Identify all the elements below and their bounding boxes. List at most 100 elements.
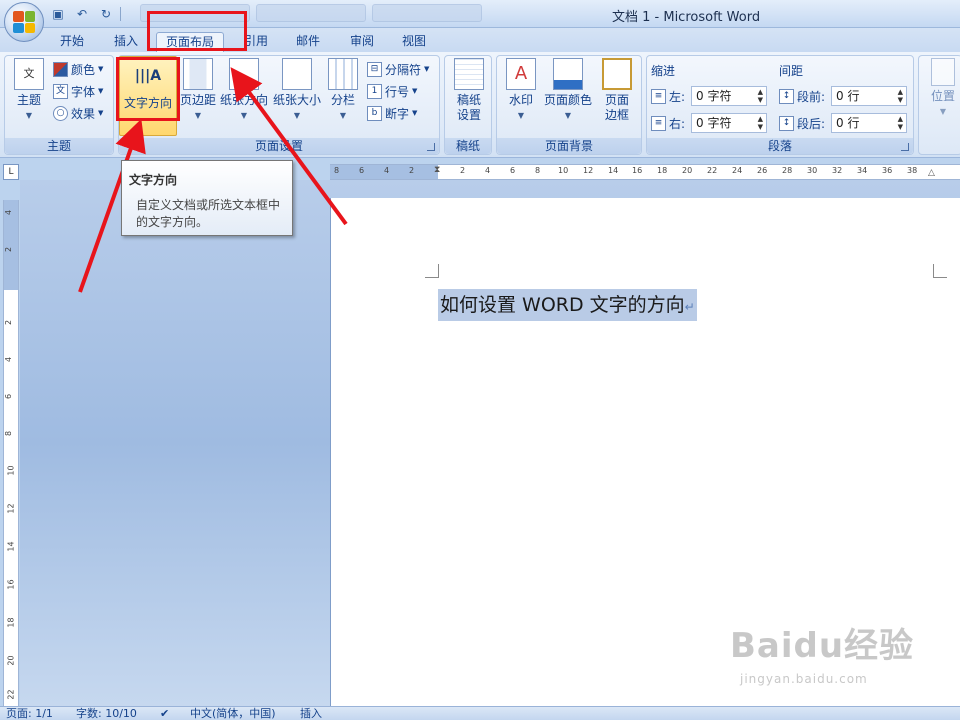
window-title: 文档 1 - Microsoft Word (612, 10, 761, 25)
chevron-down-icon: ▼ (293, 111, 301, 120)
background-window-tab[interactable] (256, 4, 366, 22)
status-bar: 页面: 1/1 字数: 10/10 ✔ 中文(简体，中国) 插入 (0, 706, 960, 720)
undo-icon[interactable]: ↶ (72, 5, 92, 23)
indent-right-input[interactable]: 0 字符 ▲ ▼ (691, 113, 767, 133)
page-borders-label-2: 边框 (604, 108, 629, 122)
ruler-tick: 32 (832, 166, 843, 175)
theme-fonts-button[interactable]: 文 字体 ▼ (53, 81, 103, 101)
margins-label: 页边距 (179, 93, 216, 107)
status-words[interactable]: 字数: 10/10 (76, 707, 137, 720)
redo-icon[interactable]: ↻ (96, 5, 116, 23)
spinner-icon[interactable]: ▲ ▼ (758, 115, 763, 131)
breaks-label: 分隔符 (385, 62, 422, 77)
watermark-button[interactable]: A 水印 ▼ (503, 58, 539, 123)
tab-review[interactable]: 审阅 (342, 32, 382, 52)
tab-home[interactable]: 开始 (52, 32, 92, 52)
position-label: 位置 (930, 89, 955, 103)
line-numbers-button[interactable]: 1 行号 ▼ (367, 81, 417, 101)
indent-right-label-wrap: ≡ 右: (651, 113, 685, 133)
tab-insert[interactable]: 插入 (106, 32, 146, 52)
ruler-tick: 14 (6, 541, 16, 552)
spacing-after-value: 0 行 (836, 116, 860, 130)
dialog-launcher-icon[interactable] (901, 143, 909, 151)
position-button[interactable]: 位置 ▼ (925, 58, 960, 119)
spinner-icon[interactable]: ▲ ▼ (898, 88, 903, 104)
office-logo-icon (13, 11, 35, 33)
hyphenation-button[interactable]: b 断字 ▼ (367, 103, 417, 123)
themes-group: 文 主题 ▼ 颜色 ▼ 文 字体 ▼ ○ 效果 ▼ 主题 (4, 55, 114, 155)
page-color-button[interactable]: 页面颜色 ▼ (541, 58, 595, 123)
theme-colors-button[interactable]: 颜色 ▼ (53, 59, 103, 79)
indent-marker-icon[interactable]: ⧗ (434, 165, 440, 175)
ruler-tick: 4 (4, 209, 14, 216)
proofing-icon[interactable]: ✔ (160, 707, 169, 720)
tab-references[interactable]: 引用 (236, 32, 276, 52)
ribbon-tabs: 开始 插入 页面布局 引用 邮件 审阅 视图 (0, 28, 960, 52)
ruler-tick: 22 (707, 166, 718, 175)
tab-mailings[interactable]: 邮件 (288, 32, 328, 52)
spacing-heading: 间距 (779, 64, 804, 78)
themes-button[interactable]: 文 主题 ▼ (11, 58, 47, 123)
dialog-launcher-icon[interactable] (427, 143, 435, 151)
spinner-icon[interactable]: ▲ ▼ (898, 115, 903, 131)
indent-heading: 缩进 (651, 64, 676, 78)
indent-left-input[interactable]: 0 字符 ▲ ▼ (691, 86, 767, 106)
text-direction-button[interactable]: |||A 文字方向 (119, 56, 177, 136)
colors-icon (53, 61, 68, 77)
chevron-down-icon: ▼ (194, 111, 202, 120)
ruler-tick: 24 (732, 166, 743, 175)
watermark-icon: A (506, 58, 536, 90)
background-window-tab[interactable] (140, 4, 250, 22)
office-button[interactable] (4, 2, 44, 42)
ruler-tick: 20 (682, 166, 693, 175)
theme-effects-button[interactable]: ○ 效果 ▼ (53, 103, 103, 123)
ruler-tick: 2 (409, 166, 415, 175)
tab-selector-button[interactable]: L (3, 164, 19, 180)
spacing-after-input[interactable]: 0 行 ▲ ▼ (831, 113, 907, 133)
size-button[interactable]: 纸张大小 ▼ (271, 58, 323, 123)
status-page[interactable]: 页面: 1/1 (6, 707, 53, 720)
spacing-before-label-wrap: ↕ 段前: (779, 86, 825, 106)
spacing-before-input[interactable]: 0 行 ▲ ▼ (831, 86, 907, 106)
status-insert-mode[interactable]: 插入 (300, 707, 322, 720)
orientation-button[interactable]: 纸张方向 ▼ (219, 58, 269, 123)
horizontal-ruler[interactable]: 8 6 4 2 2 4 6 8 10 12 14 16 18 20 22 24 … (330, 164, 960, 180)
breaks-button[interactable]: ⊟ 分隔符 ▼ (367, 59, 429, 79)
margins-button[interactable]: 页边距 ▼ (177, 58, 219, 123)
spacing-after-label: 段后: (797, 116, 826, 131)
columns-button[interactable]: 分栏 ▼ (325, 58, 361, 123)
watermark-url: jingyan.baidu.com (740, 672, 868, 686)
ruler-tick: 8 (334, 166, 340, 175)
indent-left-value: 0 字符 (696, 89, 732, 103)
themes-group-label: 主题 (5, 138, 113, 154)
spinner-icon[interactable]: ▲ ▼ (758, 88, 763, 104)
page-setup-group-label: 页面设置 (119, 138, 439, 154)
right-indent-marker-icon[interactable]: △ (928, 168, 935, 178)
ruler-tick: 28 (782, 166, 793, 175)
page-borders-button[interactable]: 页面 边框 (599, 58, 635, 123)
manuscript-settings-button[interactable]: 稿纸 设置 (451, 58, 487, 123)
orientation-label: 纸张方向 (219, 93, 268, 107)
manuscript-icon (454, 58, 484, 90)
status-language[interactable]: 中文(简体，中国) (190, 707, 276, 720)
tab-page-layout[interactable]: 页面布局 (156, 32, 224, 52)
vertical-ruler[interactable]: 4 2 2 4 6 8 10 12 14 16 18 20 22 (3, 200, 19, 706)
manuscript-group-label: 稿纸 (445, 138, 491, 154)
selected-document-text[interactable]: 如何设置 WORD 文字的方向↵ (438, 289, 697, 321)
page-color-icon (553, 58, 583, 90)
ruler-tick: 36 (882, 166, 893, 175)
ruler-tick: 12 (583, 166, 594, 175)
arrange-group: 位置 ▼ (918, 55, 960, 155)
ruler-tick: 22 (6, 689, 16, 700)
position-icon (931, 58, 955, 86)
hyphenation-label: 断字 (385, 106, 410, 121)
background-window-tab[interactable] (372, 4, 482, 22)
indent-right-label: 右: (669, 116, 686, 131)
page-setup-group: |||A 文字方向 页边距 ▼ 纸张方向 ▼ 纸张大小 ▼ 分栏 ▼ ⊟ 分隔符… (118, 55, 440, 155)
margin-corner (933, 264, 947, 278)
indent-right-value: 0 字符 (696, 116, 732, 130)
manuscript-label-2: 设置 (456, 108, 481, 122)
save-icon[interactable]: ▣ (48, 5, 68, 23)
tab-view[interactable]: 视图 (394, 32, 434, 52)
qat-separator (120, 7, 121, 21)
